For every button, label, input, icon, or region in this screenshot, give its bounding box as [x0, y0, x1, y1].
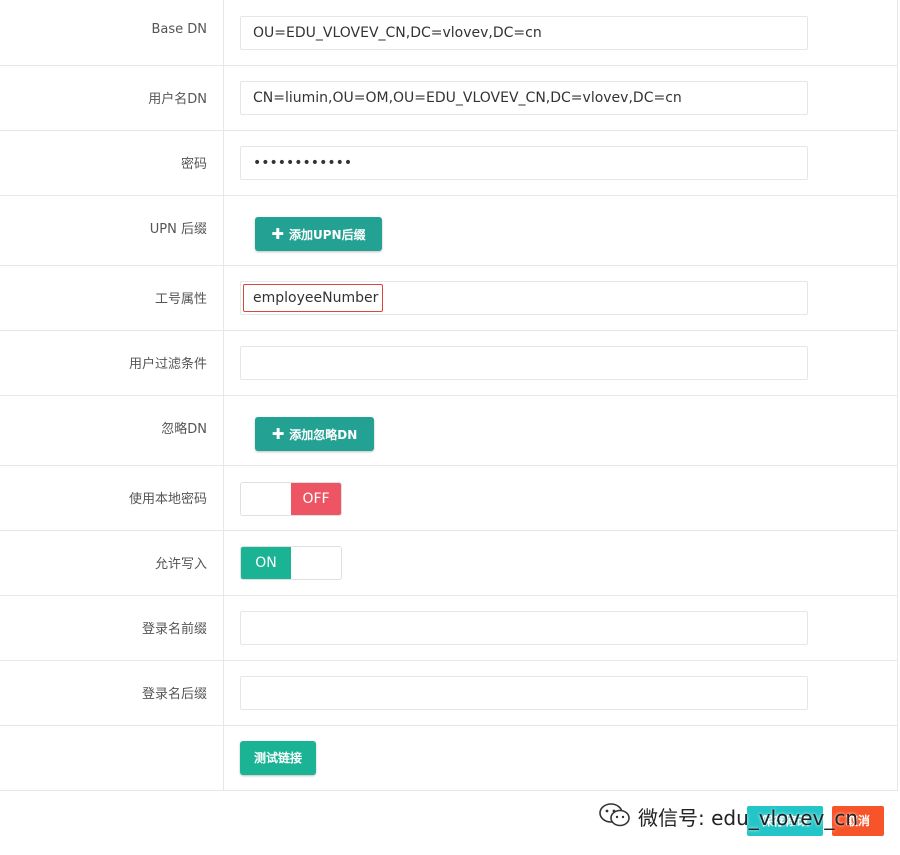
use-local-password-label: 使用本地密码 [128, 492, 207, 507]
user-filter-input[interactable] [240, 346, 808, 380]
plus-icon: ✚ [271, 425, 285, 443]
row-login-prefix: 登录名前缀 [0, 596, 897, 661]
wechat-icon [598, 802, 632, 838]
footer: 保存修改 取消 微信号: edu_vlovev_cn [0, 791, 900, 855]
row-ignore-dn: 忽略DN ✚ 添加忽略DN [0, 396, 897, 466]
allow-write-toggle[interactable]: ON [240, 546, 342, 580]
add-upn-suffix-button[interactable]: ✚ 添加UPN后缀 [255, 217, 382, 251]
login-suffix-input[interactable] [240, 676, 808, 710]
employee-attr-value: employeeNumber [243, 284, 384, 312]
toggle-on-state: ON [241, 547, 291, 579]
row-user-dn: 用户名DN CN=liumin,OU=OM,OU=EDU_VLOVEV_CN,D… [0, 66, 897, 131]
row-user-filter: 用户过滤条件 [0, 331, 897, 396]
add-ignore-dn-button[interactable]: ✚ 添加忽略DN [255, 417, 374, 451]
login-prefix-label: 登录名前缀 [141, 622, 207, 637]
toggle-off-state: OFF [291, 483, 341, 515]
base-dn-label: Base DN [151, 22, 207, 37]
row-use-local-password: 使用本地密码 OFF [0, 466, 897, 531]
password-label: 密码 [180, 157, 207, 172]
row-employee-attr: 工号属性 employeeNumber [0, 266, 897, 331]
user-dn-label: 用户名DN [148, 92, 207, 107]
password-input[interactable]: •••••••••••• [240, 146, 808, 180]
row-password: 密码 •••••••••••• [0, 131, 897, 196]
test-connection-button[interactable]: 测试链接 [240, 741, 316, 775]
row-upn-suffix: UPN 后缀 ✚ 添加UPN后缀 [0, 196, 897, 266]
wechat-watermark: 微信号: edu_vlovev_cn [598, 801, 858, 835]
ignore-dn-label: 忽略DN [161, 422, 207, 437]
row-test: 测试链接 [0, 726, 897, 791]
employee-attr-input[interactable]: employeeNumber [240, 281, 808, 315]
row-allow-write: 允许写入 ON [0, 531, 897, 596]
allow-write-label: 允许写入 [154, 557, 207, 572]
row-base-dn: Base DN OU=EDU_VLOVEV_CN,DC=vlovev,DC=cn [0, 0, 897, 66]
upn-suffix-label: UPN 后缀 [149, 222, 207, 237]
base-dn-input[interactable]: OU=EDU_VLOVEV_CN,DC=vlovev,DC=cn [240, 16, 808, 50]
user-filter-label: 用户过滤条件 [128, 357, 207, 372]
plus-icon: ✚ [271, 225, 284, 243]
use-local-password-toggle[interactable]: OFF [240, 482, 342, 516]
login-suffix-label: 登录名后缀 [141, 687, 207, 702]
user-dn-input[interactable]: CN=liumin,OU=OM,OU=EDU_VLOVEV_CN,DC=vlov… [240, 81, 808, 115]
row-login-suffix: 登录名后缀 [0, 661, 897, 726]
ldap-settings-form: Base DN OU=EDU_VLOVEV_CN,DC=vlovev,DC=cn… [0, 0, 898, 791]
login-prefix-input[interactable] [240, 611, 808, 645]
employee-attr-label: 工号属性 [154, 292, 207, 307]
